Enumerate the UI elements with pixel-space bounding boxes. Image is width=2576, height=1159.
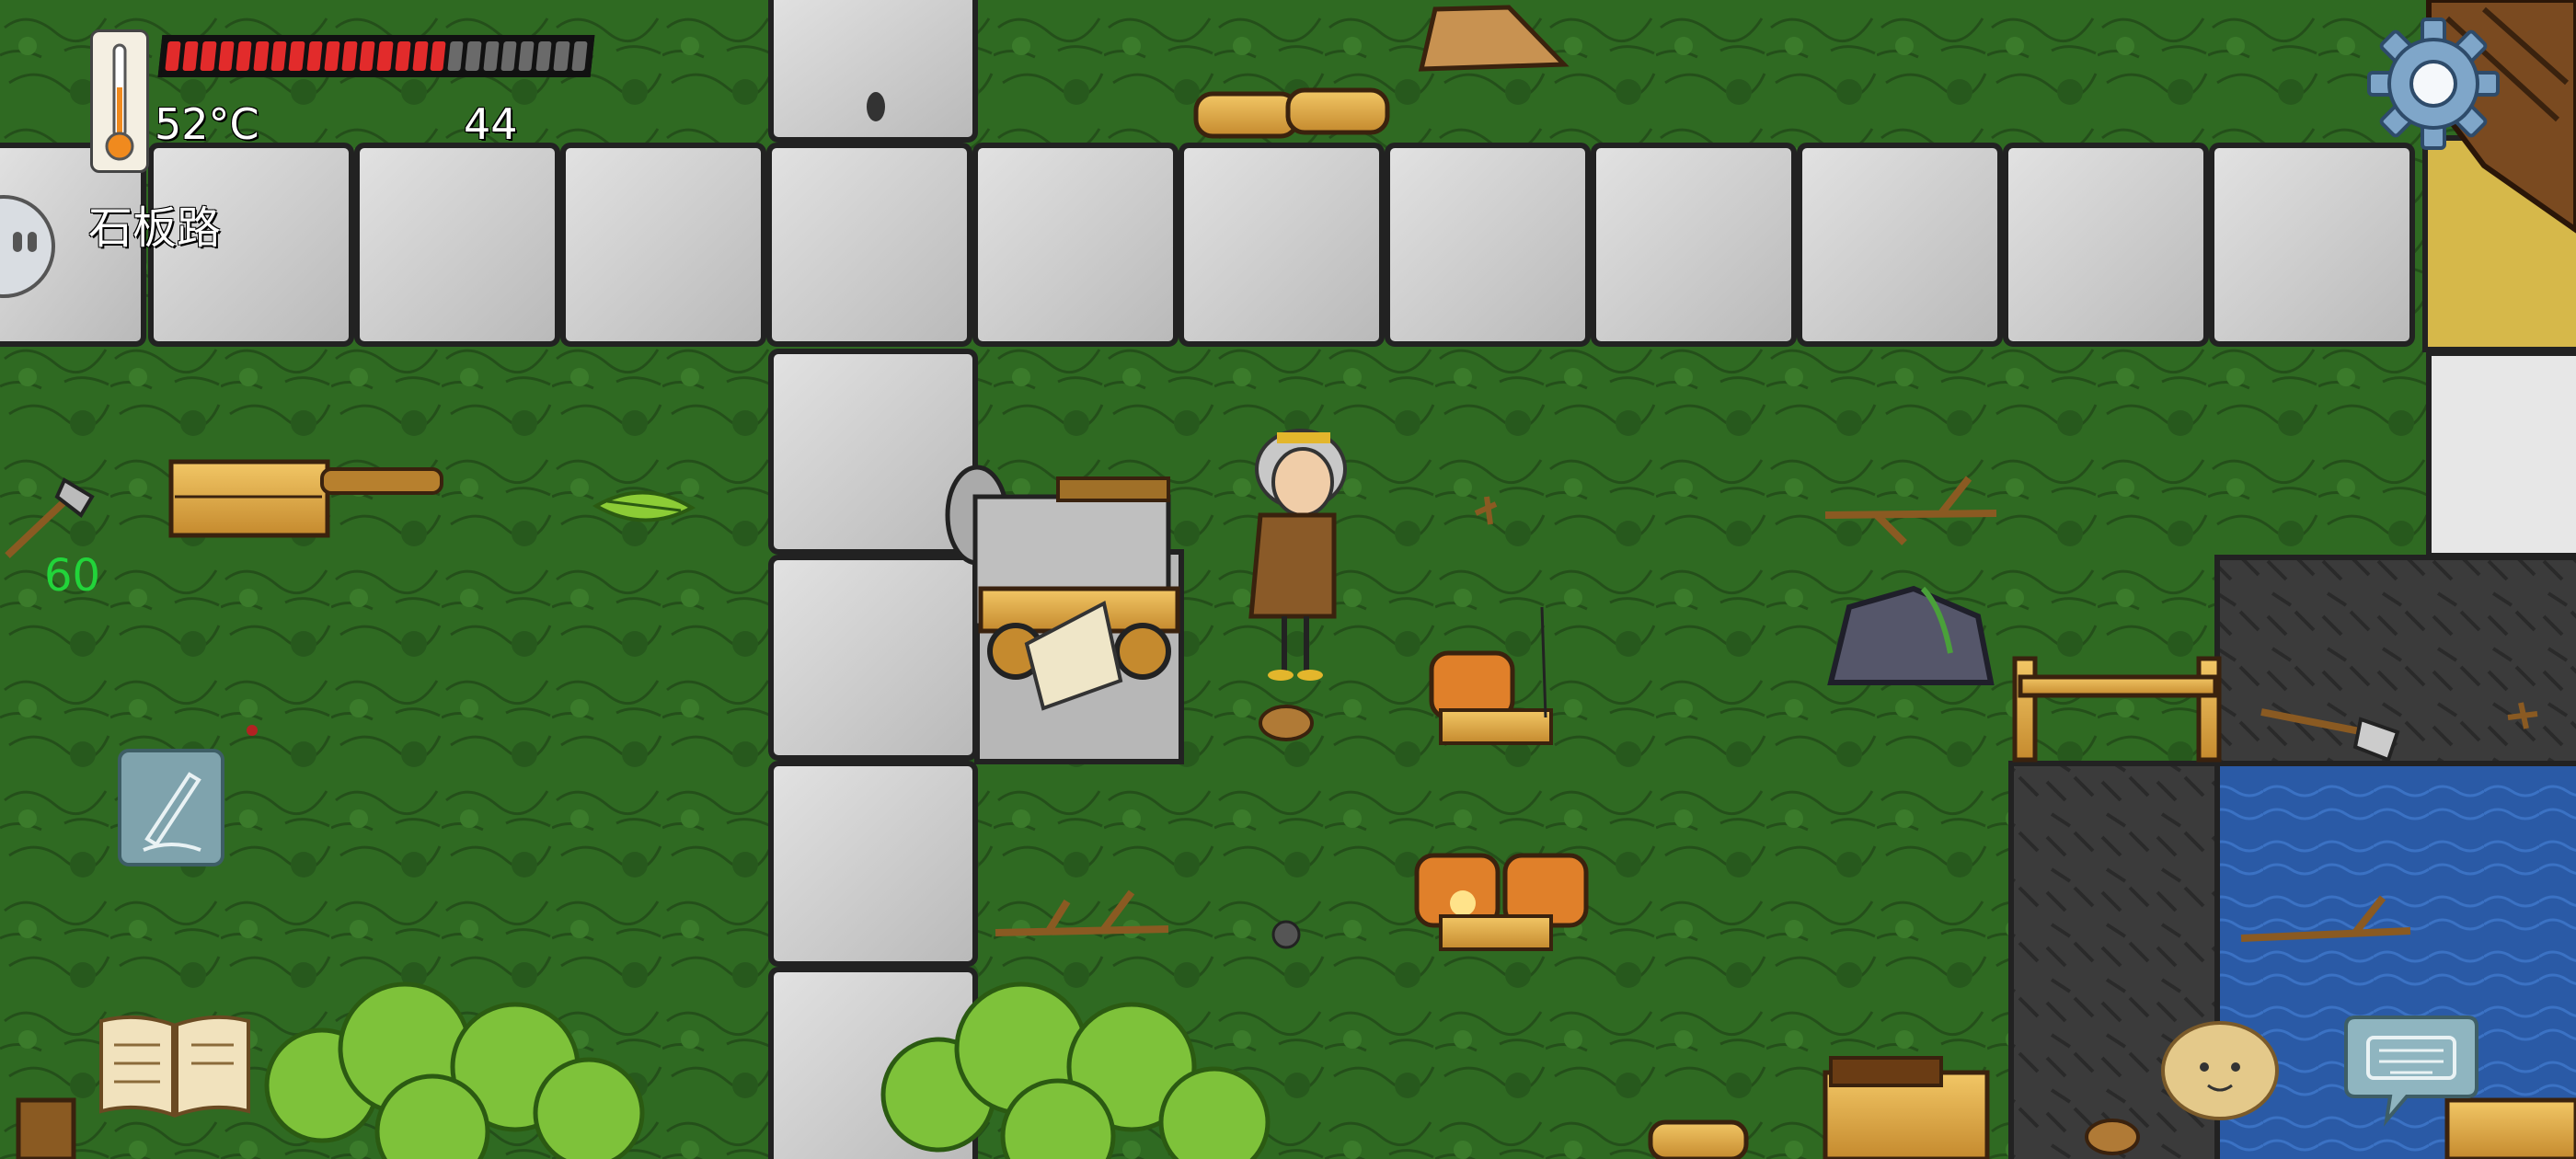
temperature-readout: 52°C xyxy=(155,99,259,149)
hovered-object-name: 石板路 xyxy=(88,202,222,254)
emote-face-icon xyxy=(0,195,55,298)
emote-button[interactable] xyxy=(0,191,59,302)
food-pip xyxy=(288,41,305,71)
thermometer-icon xyxy=(90,29,149,173)
chat-keyboard-button[interactable] xyxy=(2342,1008,2480,1128)
snow-floor[interactable] xyxy=(2426,350,2576,558)
wood-crate[interactable] xyxy=(1823,1056,1990,1159)
book-icon xyxy=(99,1015,250,1118)
sharp-stone[interactable] xyxy=(867,92,885,121)
food-pip xyxy=(359,41,376,71)
yum-counter: 44 xyxy=(464,99,518,149)
clay-bowl[interactable] xyxy=(2085,1119,2140,1155)
food-pip xyxy=(518,41,535,71)
food-pip xyxy=(447,41,465,71)
hatchet-stump[interactable] xyxy=(16,1097,76,1159)
write-note-button[interactable] xyxy=(116,747,226,868)
food-pip xyxy=(394,41,411,71)
recipe-book-button[interactable] xyxy=(96,1012,254,1122)
food-pip xyxy=(430,41,446,71)
settings-button[interactable] xyxy=(2364,15,2502,153)
food-pip xyxy=(165,41,181,71)
keyboard-icon xyxy=(2344,1016,2478,1127)
food-pip xyxy=(500,41,517,71)
food-pip xyxy=(482,41,500,71)
food-pip xyxy=(270,41,288,71)
round-stone[interactable] xyxy=(1271,920,1301,949)
food-pip xyxy=(376,41,394,71)
food-pip xyxy=(253,41,270,71)
food-pip xyxy=(341,41,358,71)
firewood-logs[interactable] xyxy=(1193,87,1390,139)
potato-emote-button[interactable] xyxy=(2158,1016,2282,1124)
food-pip xyxy=(570,41,588,71)
food-pip xyxy=(236,41,252,71)
food-pip xyxy=(182,41,200,71)
held-item-count: 60 xyxy=(44,550,101,602)
pencil-icon xyxy=(118,749,224,866)
berry[interactable] xyxy=(247,725,258,736)
food-pip xyxy=(535,41,553,71)
potato-emote-icon xyxy=(2161,1021,2279,1120)
food-pip xyxy=(217,41,235,71)
clay-bowl[interactable] xyxy=(1259,705,1314,741)
gear-icon xyxy=(2367,17,2500,150)
food-pip xyxy=(412,41,429,71)
game-world[interactable] xyxy=(0,0,2576,1159)
food-meter xyxy=(157,35,595,77)
stone-road-horizontal[interactable] xyxy=(0,143,2415,347)
food-pip xyxy=(200,41,217,71)
food-pip xyxy=(324,41,340,71)
food-pip xyxy=(305,41,323,71)
food-pip xyxy=(553,41,570,71)
food-pip xyxy=(465,41,482,71)
firewood-log[interactable] xyxy=(1648,1119,1749,1159)
